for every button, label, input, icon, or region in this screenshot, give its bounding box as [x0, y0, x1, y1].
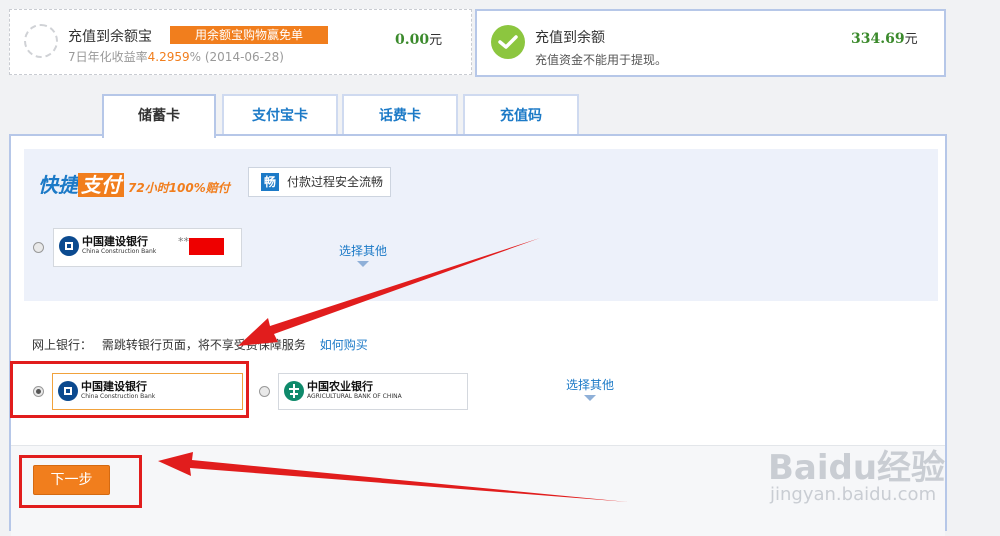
watermark-url: jingyan.baidu.com — [770, 484, 937, 505]
arrow-to-next — [158, 452, 628, 502]
watermark-logo: Baidu经验 — [768, 448, 946, 488]
arrow-to-bank — [238, 238, 540, 346]
tab-debit-card[interactable]: 储蓄卡 — [102, 94, 216, 138]
